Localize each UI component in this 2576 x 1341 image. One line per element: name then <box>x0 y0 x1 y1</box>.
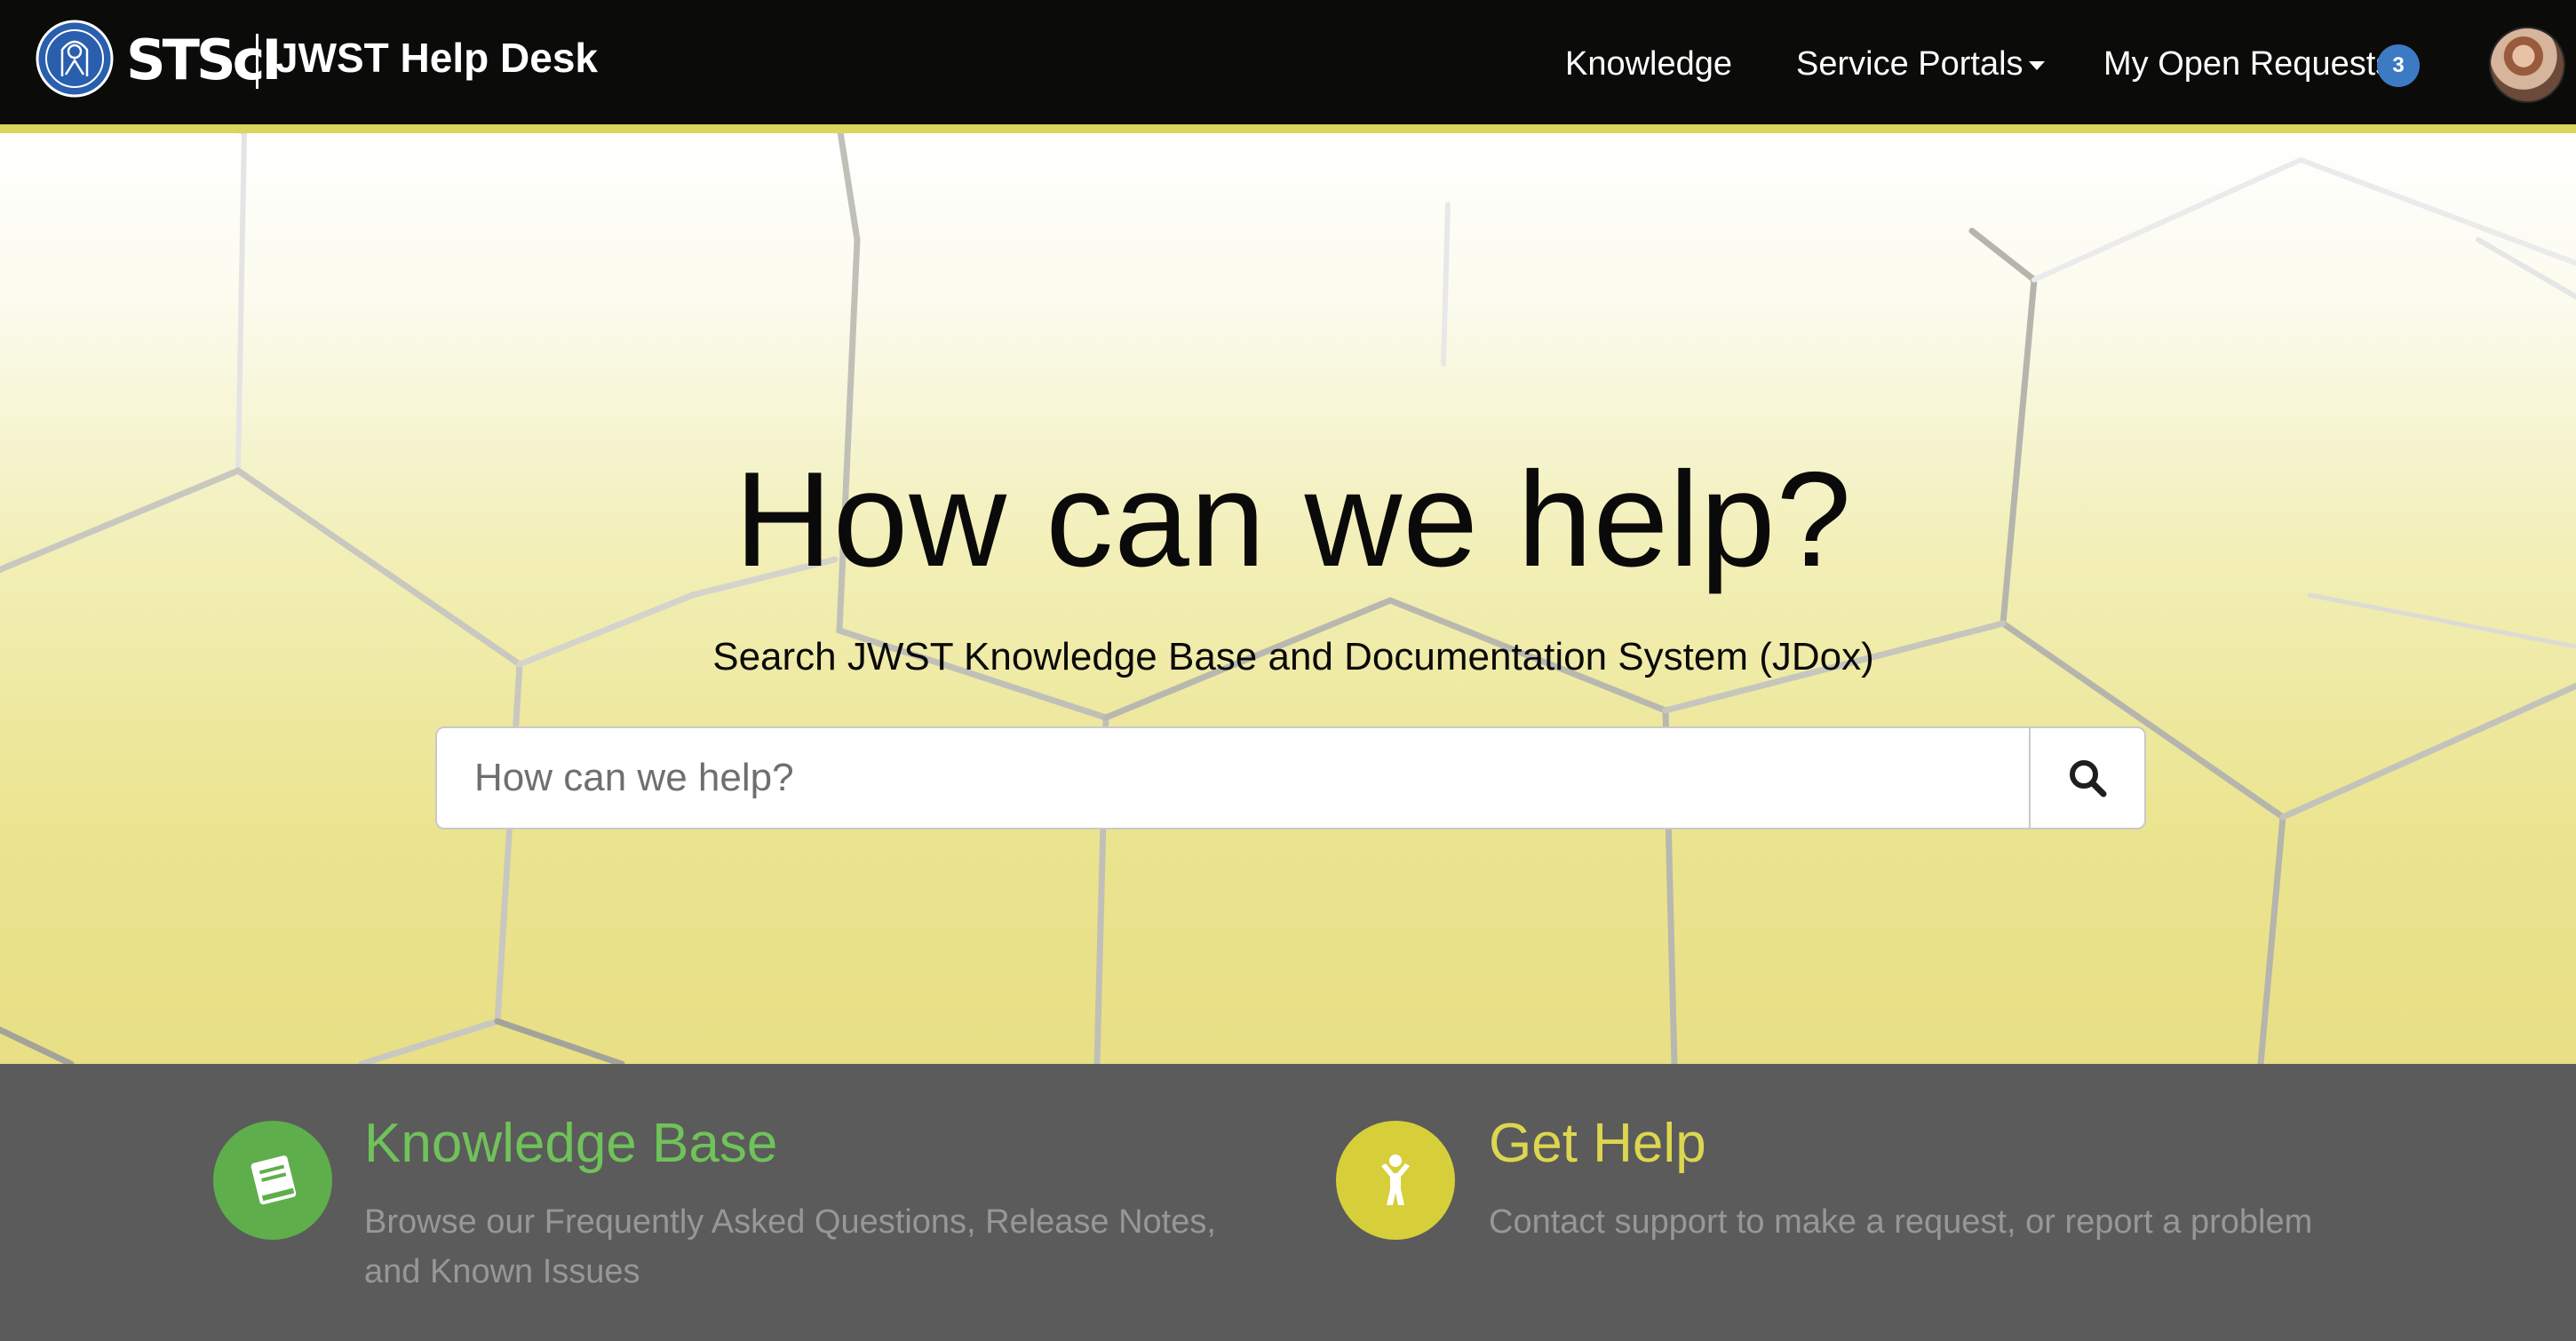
get-help-description: Contact support to make a request, or re… <box>1489 1203 2313 1241</box>
hero-section: How can we help? Search JWST Knowledge B… <box>0 133 2576 1064</box>
get-help-link[interactable]: Get Help <box>1489 1108 1706 1179</box>
book-icon[interactable] <box>213 1121 332 1240</box>
hero-heading: How can we help? <box>734 444 1853 595</box>
search-input[interactable] <box>437 728 2032 828</box>
header-accent-stripe <box>0 124 2576 133</box>
service-tiles-band: Knowledge Base Browse our Frequently Ask… <box>0 1064 2576 1341</box>
search-bar <box>435 726 2146 829</box>
user-avatar[interactable] <box>2489 27 2565 103</box>
person-icon[interactable] <box>1336 1121 1455 1240</box>
search-icon <box>2070 760 2107 797</box>
search-button[interactable] <box>2029 728 2144 828</box>
caret-down-icon <box>2028 60 2045 70</box>
nav-knowledge-link[interactable]: Knowledge <box>1565 39 1732 89</box>
top-navigation-bar: STScI JWST Help Desk Knowledge Service P… <box>0 0 2576 124</box>
nav-my-open-requests-link[interactable]: My Open Requests <box>2103 39 2392 89</box>
site-title[interactable]: JWST Help Desk <box>275 27 598 89</box>
nav-service-portals-label: Service Portals <box>1796 45 2023 83</box>
brand-divider <box>256 34 258 89</box>
nav-service-portals-dropdown[interactable]: Service Portals <box>1796 39 2045 89</box>
stsci-logo-icon[interactable] <box>36 20 114 98</box>
knowledge-base-description: Browse our Frequently Asked Questions, R… <box>364 1203 1216 1290</box>
hero-subheading: Search JWST Knowledge Base and Documenta… <box>712 635 1874 678</box>
knowledge-base-link[interactable]: Knowledge Base <box>364 1108 777 1179</box>
open-requests-count-badge[interactable]: 3 <box>2377 44 2420 87</box>
